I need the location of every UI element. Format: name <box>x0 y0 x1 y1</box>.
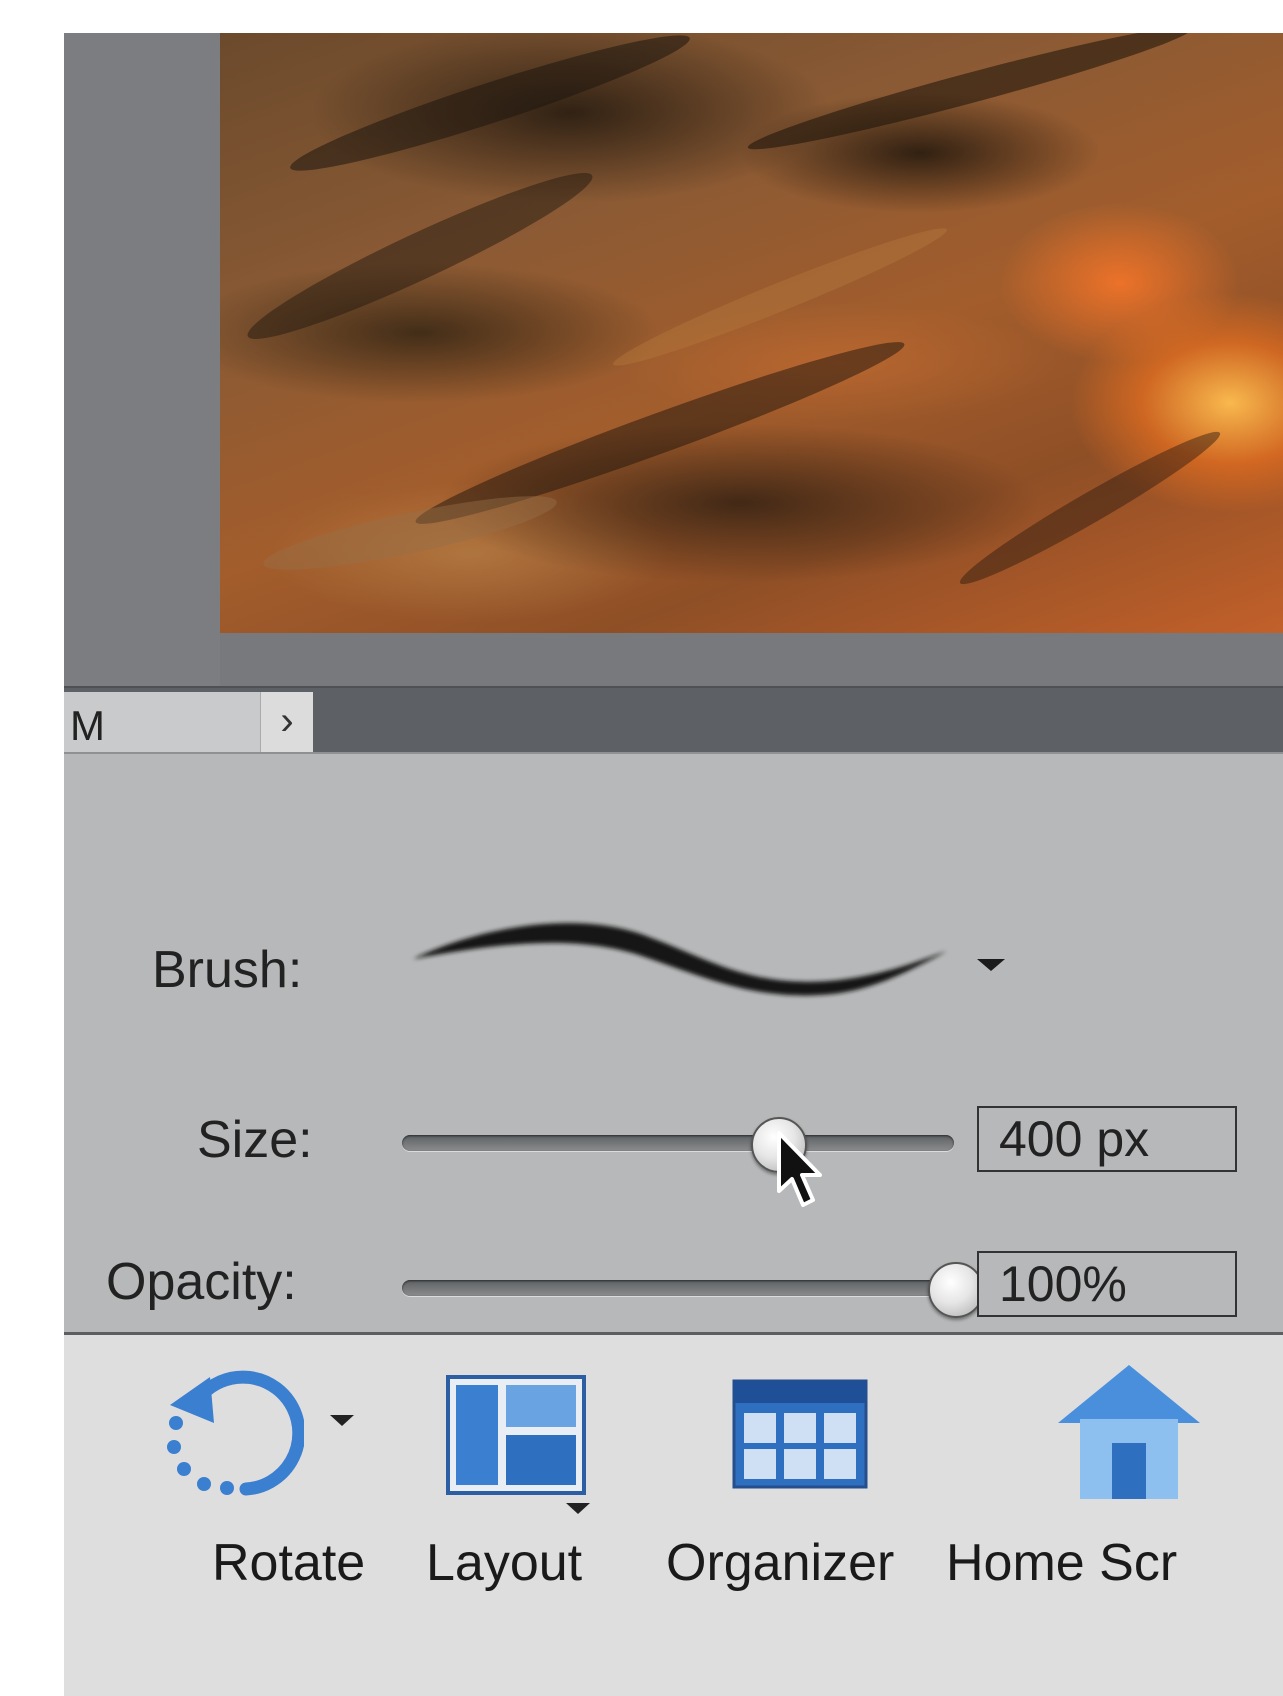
rotate-caret-icon[interactable] <box>330 1415 354 1426</box>
canvas-area[interactable] <box>64 33 1283 686</box>
brush-label: Brush: <box>152 941 303 999</box>
cursor-icon <box>777 1131 823 1207</box>
brush-picker-caret-icon[interactable] <box>977 959 1005 971</box>
organizer-button[interactable]: Organizer <box>664 1335 934 1696</box>
home-screen-button[interactable]: Home Scr <box>944 1335 1283 1696</box>
opacity-slider-thumb[interactable] <box>928 1262 984 1318</box>
organizer-label: Organizer <box>666 1534 895 1592</box>
opacity-label: Opacity: <box>106 1253 297 1311</box>
opacity-value-field[interactable]: 100% <box>977 1251 1237 1317</box>
size-label: Size: <box>197 1111 313 1169</box>
document-tab-label: M <box>70 702 105 749</box>
layout-icon <box>446 1375 586 1495</box>
brush-stroke-icon[interactable] <box>409 899 949 1009</box>
size-slider-track[interactable] <box>402 1135 954 1151</box>
opacity-slider-track[interactable] <box>402 1280 954 1296</box>
opacity-value: 100% <box>999 1256 1127 1312</box>
canvas-margin <box>64 33 220 686</box>
document-tab[interactable]: M <box>64 692 260 752</box>
document-image[interactable] <box>220 33 1283 633</box>
tool-options-panel: Brush: Size: 400 px Opacity: 100% <box>64 752 1283 1334</box>
taskbar: Rotate Layout Organizer Home Scr <box>64 1332 1283 1696</box>
layout-button[interactable]: Layout <box>394 1335 624 1696</box>
organizer-icon <box>732 1379 868 1489</box>
editor-window: M › Brush: Size: 400 px Opacity: 100% Ro… <box>64 33 1283 1696</box>
more-tabs-chevron-icon[interactable]: › <box>260 692 313 752</box>
layout-label: Layout <box>426 1534 583 1592</box>
home-icon <box>1058 1365 1200 1499</box>
document-tab-bar: M › <box>64 686 1283 752</box>
rotate-icon <box>167 1370 304 1496</box>
rotate-label: Rotate <box>212 1534 366 1592</box>
rotate-button[interactable]: Rotate <box>124 1335 365 1696</box>
size-value: 400 px <box>999 1111 1150 1167</box>
layout-caret-icon[interactable] <box>566 1503 590 1514</box>
size-value-field[interactable]: 400 px <box>977 1106 1237 1172</box>
home-screen-label: Home Scr <box>946 1534 1178 1592</box>
